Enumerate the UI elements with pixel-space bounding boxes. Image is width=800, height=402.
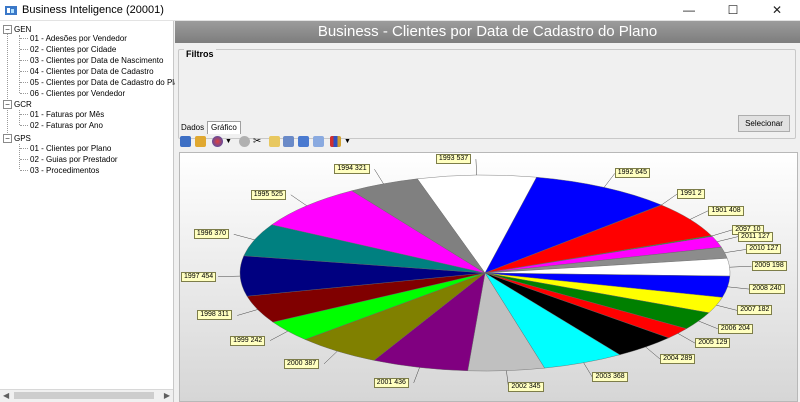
tree-item-clientes-nascimento[interactable]: 03 - Clientes por Data de Nascimento <box>30 55 163 66</box>
leader-line-1991 <box>661 193 678 206</box>
tree-group-gen[interactable]: GEN <box>14 24 31 35</box>
leader-line-2010 <box>724 249 747 253</box>
pie-label-1992: 1992 645 <box>614 168 650 179</box>
pie-label-1994: 1994 321 <box>334 164 370 175</box>
leader-line-1997 <box>218 275 241 277</box>
chart-toolbar: ▼ ✂ ▼ <box>178 135 796 151</box>
scroll-right-icon[interactable]: ▶ <box>164 391 170 400</box>
pie-label-2003: 2003 368 <box>592 372 628 383</box>
dropdown-icon[interactable]: ▼ <box>225 136 232 147</box>
chart-type-icon[interactable] <box>330 136 341 147</box>
palette-icon[interactable] <box>212 136 223 147</box>
title-bar: Business Inteligence (20001) — ☐ ✕ <box>0 0 800 21</box>
grid-icon[interactable] <box>283 136 294 147</box>
collapse-gcr-icon[interactable]: − <box>3 100 12 109</box>
pie-label-1991: 1991 2 <box>677 188 705 199</box>
select-button[interactable]: Selecionar <box>738 115 790 132</box>
collapse-gen-icon[interactable]: − <box>3 25 12 34</box>
window-title: Business Inteligence (20001) <box>22 4 164 16</box>
leader-line-1999 <box>269 330 288 341</box>
report-title: Business - Clientes por Data de Cadastro… <box>317 23 658 40</box>
leader-line-1996 <box>233 234 255 241</box>
pie-label-2002: 2002 345 <box>508 381 544 392</box>
pie-label-2006: 2006 204 <box>717 323 754 334</box>
tab-grafico[interactable]: Gráfico <box>207 121 241 134</box>
zoom-icon[interactable] <box>313 136 324 147</box>
tree-item-clientes-cadastro[interactable]: 04 - Clientes por Data de Cadastro <box>30 66 154 77</box>
leader-line-2007 <box>716 304 738 311</box>
bar-chart-icon[interactable] <box>298 136 309 147</box>
pie-label-1995: 1995 525 <box>250 189 286 200</box>
pie-label-2000: 2000 387 <box>283 358 320 369</box>
pie-label-1999: 1999 242 <box>230 335 266 346</box>
horizontal-scrollbar[interactable]: ◀ ▶ <box>0 389 173 402</box>
pie-chart-area: 1993 537 1992 645 1991 2 1901 408 2097 10 201… <box>179 152 798 402</box>
pie-label-2010: 2010 127 <box>746 244 782 255</box>
leader-line-1992 <box>603 173 615 188</box>
leader-line-2003 <box>583 362 593 378</box>
leader-line-2004 <box>645 346 661 360</box>
tree-item-guias-prestador[interactable]: 02 - Guias por Prestador <box>30 154 118 165</box>
folder-icon[interactable] <box>195 136 206 147</box>
minimize-button[interactable]: — <box>667 0 711 20</box>
pie-label-1993: 1993 537 <box>435 154 472 165</box>
pie-label-2005: 2005 129 <box>695 338 731 349</box>
leader-line-2005 <box>677 333 696 344</box>
app-icon <box>5 6 17 15</box>
leader-line-2006 <box>698 320 718 330</box>
close-button[interactable]: ✕ <box>755 0 799 20</box>
filters-group: Filtros Selecionar <box>178 49 796 139</box>
tree-item-adesoes-vendedor[interactable]: 01 - Adesões por Vendedor <box>30 33 127 44</box>
leader-line-2008 <box>727 286 750 290</box>
dropdown-icon[interactable]: ▼ <box>344 136 351 147</box>
tree-item-clientes-vendedor[interactable]: 06 - Clientes por Vendedor <box>30 88 125 99</box>
pie-label-1901: 1901 408 <box>708 205 744 216</box>
report-header: Business - Clientes por Data de Cadastro… <box>175 21 800 43</box>
leader-line-1993 <box>475 159 477 176</box>
tree-item-faturas-ano[interactable]: 02 - Faturas por Ano <box>30 120 103 131</box>
pie-label-2011: 2011 127 <box>738 231 773 242</box>
pie-label-1997: 1997 454 <box>181 271 217 282</box>
scissors-icon[interactable]: ✂ <box>253 136 264 147</box>
leader-line-2011 <box>717 236 739 242</box>
pie-label-2004: 2004 289 <box>660 354 696 365</box>
tree-item-clientes-cidade[interactable]: 02 - Clientes por Cidade <box>30 44 116 55</box>
scroll-thumb[interactable] <box>14 392 154 399</box>
open-icon[interactable] <box>180 136 191 147</box>
main-panel: Business - Clientes por Data de Cadastro… <box>175 21 800 402</box>
pie-label-1996: 1996 370 <box>193 229 230 240</box>
pie-label-2007: 2007 182 <box>737 305 773 316</box>
pie-label-2008: 2008 240 <box>749 284 785 295</box>
scroll-left-icon[interactable]: ◀ <box>3 391 9 400</box>
filters-label: Filtros <box>184 49 216 59</box>
pie-label-1998: 1998 311 <box>197 310 232 321</box>
tree-item-procedimentos[interactable]: 03 - Procedimentos <box>30 165 99 176</box>
tree-item-clientes-cadastro-plano[interactable]: 05 - Clientes por Data de Cadastro do Pl… <box>30 77 187 88</box>
leader-line-1998 <box>237 309 258 316</box>
tab-dados[interactable]: Dados <box>178 122 207 134</box>
pie-label-2001: 2001 436 <box>373 377 409 388</box>
leader-line-1994 <box>374 169 384 184</box>
copy-icon[interactable] <box>269 136 280 147</box>
leader-line-1995 <box>290 194 307 207</box>
3d-icon[interactable] <box>239 136 250 147</box>
tree-item-clientes-plano[interactable]: 01 - Clientes por Plano <box>30 143 111 154</box>
leader-line-2001 <box>413 367 420 383</box>
leader-line-1901 <box>689 210 709 220</box>
tree-item-faturas-mes[interactable]: 01 - Faturas por Mês <box>30 109 104 120</box>
leader-line-2097 <box>711 229 733 237</box>
collapse-gps-icon[interactable]: − <box>3 134 12 143</box>
leader-line-2009 <box>729 265 752 268</box>
leader-line-2000 <box>323 351 338 365</box>
maximize-button[interactable]: ☐ <box>711 0 755 20</box>
report-tree: − GEN 01 - Adesões por Vendedor 02 - Cli… <box>0 21 187 402</box>
tree-group-gps[interactable]: GPS <box>14 133 31 144</box>
pie-label-2009: 2009 198 <box>751 261 787 272</box>
